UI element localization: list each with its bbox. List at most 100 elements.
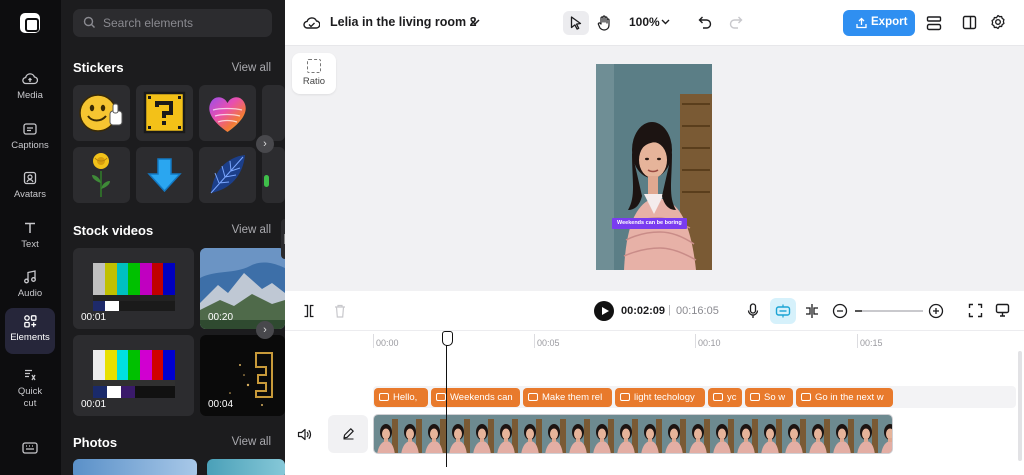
video-preview[interactable]: Weekends can be boring [596,64,712,270]
timeline-zoom-slider[interactable] [855,310,923,312]
timeline-scrollbar[interactable] [1018,351,1022,461]
time-separator: | [668,304,671,316]
timeline-zoom-slider-fill [855,310,862,312]
keyboard-icon[interactable] [22,441,38,455]
text-icon [25,222,35,233]
down-arrow-sticker [147,158,182,193]
rail-item-audio[interactable]: Audio [5,264,55,310]
stock-video-color-bars-1[interactable]: 00:01 [73,248,194,329]
trash-icon[interactable] [334,304,346,318]
video-clip-frame [590,415,614,453]
sticker-down-arrow[interactable] [136,147,193,203]
caption-clip-icon [713,393,723,401]
video-clip-frame [566,415,590,453]
sticker-blue-leaf[interactable] [199,147,256,203]
video-clip-frame [854,415,878,453]
caption-clip-icon [528,393,538,401]
question-block-sticker [143,91,186,134]
sticker-smiley-thumbs-up[interactable] [73,85,130,141]
panel-icon[interactable] [962,15,977,30]
playhead[interactable] [442,331,453,467]
project-title[interactable]: Lelia in the living room 2 [330,15,477,29]
caption-clip[interactable]: So w [745,388,793,407]
zoom-in-icon[interactable] [928,303,944,319]
export-button[interactable]: Export [843,10,915,36]
rail-item-media[interactable]: Media [5,66,55,112]
caption-clip[interactable]: light techology [615,388,705,407]
split-icon[interactable] [804,303,820,319]
stickers-title: Stickers [73,60,124,75]
stock-video-sparkle[interactable]: 00:04 [200,335,285,416]
stock-video-color-bars-2[interactable]: 00:01 [73,335,194,416]
current-time: 00:02:09 [621,305,666,317]
caption-clip[interactable]: Go in the next w [796,388,893,407]
ruler-tick [373,334,374,348]
fullscreen-icon[interactable] [968,303,983,318]
app-logo[interactable] [20,13,40,33]
zoom-level[interactable]: 100% [629,15,660,29]
ratio-icon [307,59,321,73]
auto-caption-button[interactable] [770,298,796,324]
search-input[interactable] [103,13,263,33]
caption-clip[interactable]: yc [708,388,742,407]
rail-item-avatars[interactable]: Avatars [5,165,55,211]
gear-icon[interactable] [990,14,1006,30]
avatar-icon [23,171,37,185]
ruler-label: 00:05 [537,338,560,348]
video-clip-frame [518,415,542,453]
sticker-question-block[interactable] [136,85,193,141]
ruler-label: 00:00 [376,338,399,348]
ruler-label: 00:10 [698,338,721,348]
rail-item-quick-cut[interactable]: Quick cut [5,362,55,412]
hand-tool-button[interactable] [591,11,617,35]
cloud-upload-icon [22,73,38,85]
play-button[interactable] [594,301,614,321]
clip-edit-button[interactable] [328,415,368,453]
caption-clip[interactable]: Hello, [374,388,428,407]
video-clip[interactable] [373,414,893,454]
volume-icon[interactable] [297,428,312,441]
rail-item-text[interactable]: Text [5,215,55,261]
caption-clip[interactable]: Weekends can [431,388,520,407]
trim-icon[interactable] [303,304,315,318]
photo-thumbnail[interactable] [207,459,285,475]
redo-icon[interactable] [729,15,743,29]
caption-clip-text: So w [764,392,786,403]
stock-videos-view-all[interactable]: View all [232,224,271,236]
monitor-icon[interactable] [995,303,1010,318]
zoom-chevron-down-icon[interactable] [661,19,670,25]
rail-item-elements[interactable]: Elements [5,308,55,354]
caption-overlay[interactable]: Weekends can be boring [612,218,687,229]
stock-video-mountains[interactable]: 00:20 [200,248,285,329]
music-note-icon [24,270,36,284]
rail-item-label: Captions [11,140,49,151]
undo-icon[interactable] [698,15,712,29]
mic-icon[interactable] [747,303,759,319]
sticker-partial-2[interactable] [262,147,285,203]
select-tool-button[interactable] [563,11,589,35]
chevron-down-icon[interactable] [470,19,480,26]
sticker-yellow-rose[interactable] [73,147,130,203]
quick-cut-icon [25,369,36,381]
zoom-out-icon[interactable] [832,303,848,319]
caption-clip[interactable]: Make them rel [523,388,612,407]
export-label: Export [871,16,908,28]
search-box[interactable] [73,9,272,37]
elements-panel: Stickers View all [61,0,285,475]
rail-item-captions[interactable]: Captions [5,116,55,162]
video-clip-frame [686,415,710,453]
stock-videos-next-button[interactable]: › [256,321,274,339]
stickers-view-all[interactable]: View all [232,62,271,74]
sticker-partial[interactable] [262,85,285,141]
ratio-button[interactable]: Ratio [292,53,336,94]
layers-icon[interactable] [926,15,942,31]
video-clip-frame [614,415,638,453]
stickers-next-button[interactable]: › [256,135,274,153]
photo-thumbnail[interactable] [73,459,197,475]
ruler-tick [695,334,696,348]
sticker-rainbow-heart[interactable] [199,85,256,141]
caption-clip-icon [620,393,630,401]
cloud-icon[interactable] [303,15,320,30]
photos-view-all[interactable]: View all [232,436,271,448]
ratio-label: Ratio [302,76,326,87]
